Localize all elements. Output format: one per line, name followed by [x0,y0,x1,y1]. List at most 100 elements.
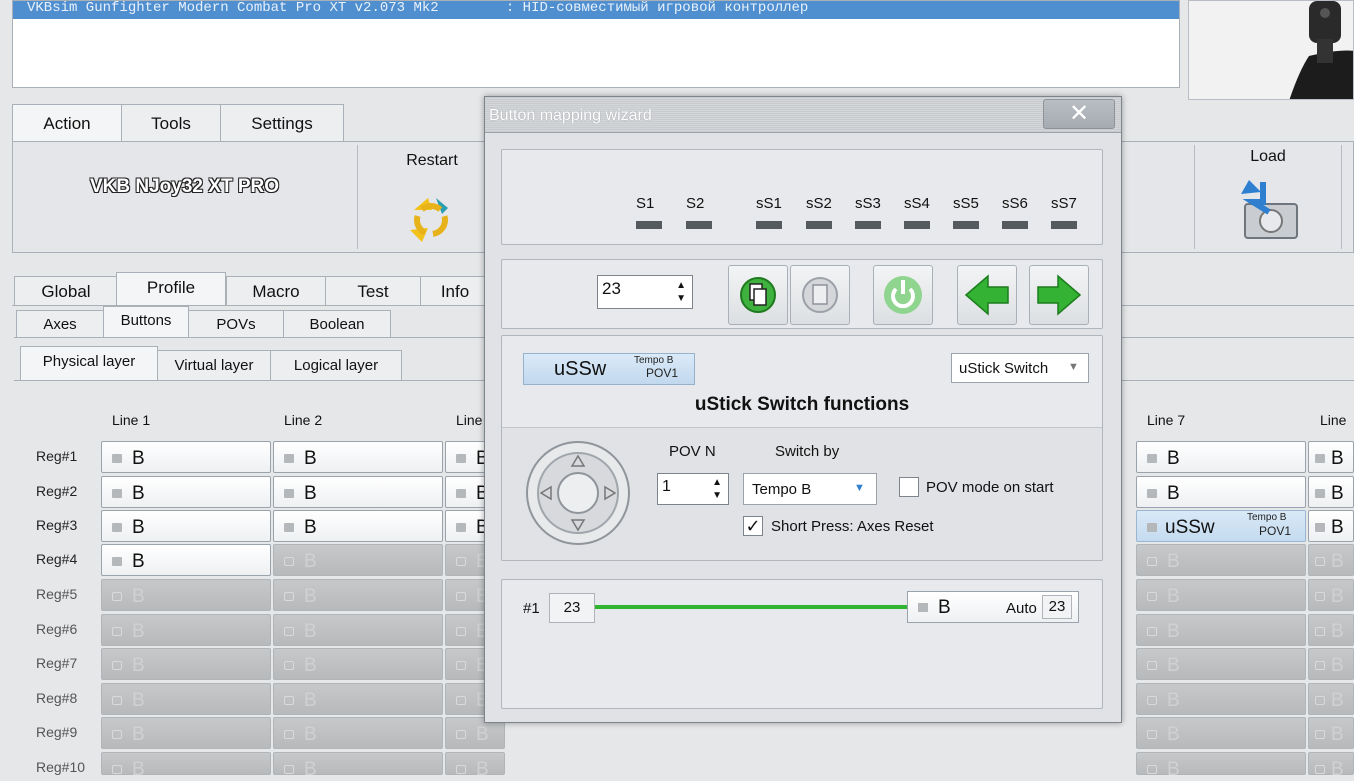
grid-cell[interactable]: B [1136,648,1306,680]
status-led [112,454,122,463]
switch-by-select[interactable]: Tempo B ▼ [743,473,877,505]
tab-profile[interactable]: Profile [116,272,226,306]
grid-cell[interactable]: B [273,717,443,749]
grid-cell[interactable]: B [101,441,271,473]
function-tag[interactable]: uSSw Tempo B POV1 [523,353,695,385]
status-led [284,557,294,566]
button-number-spinner[interactable]: 23 ▲ ▼ [597,275,693,309]
tab-settings[interactable]: Settings [220,104,344,142]
status-led [112,627,122,636]
device-list-row[interactable]: VKBsim Gunfighter Modern Combat Pro XT v… [13,1,1179,19]
tab-virtual-layer[interactable]: Virtual layer [157,350,271,380]
grid-cell[interactable]: B [1308,648,1354,680]
grid-cell[interactable]: B [273,476,443,508]
paste-button[interactable] [790,265,850,325]
short-press-label: Short Press: Axes Reset [771,518,934,535]
grid-cell[interactable]: B [1308,579,1354,611]
tab-povs[interactable]: POVs [188,310,284,338]
grid-cell[interactable]: B [1136,476,1306,508]
tab-action[interactable]: Action [12,104,122,142]
grid-cell[interactable]: B [445,752,505,780]
grid-cell[interactable]: B [1308,544,1354,576]
button-number-value: 23 [602,279,621,298]
grid-cell[interactable]: B [101,648,271,680]
close-button[interactable]: ✕ [1043,99,1115,129]
tab-tools[interactable]: Tools [121,104,221,142]
switch-label: sS4 [904,195,930,212]
load-button[interactable]: Load [1195,146,1341,250]
tab-axes[interactable]: Axes [16,310,104,338]
pov-n-spinner[interactable]: 1 ▲ ▼ [657,473,729,505]
switch-led [1002,221,1028,229]
grid-cell[interactable]: B [1136,717,1306,749]
grid-cell[interactable]: B [273,579,443,611]
grid-cell[interactable]: B [273,614,443,646]
pov-mode-checkbox[interactable] [899,477,919,497]
function-tag-label: uSSw [554,358,607,380]
restart-button[interactable]: Restart [358,146,486,250]
grid-cell[interactable]: B [101,476,271,508]
pov-n-value: 1 [662,478,671,495]
grid-cell[interactable]: B [273,510,443,542]
grid-cell[interactable]: B [101,683,271,715]
spin-down-icon[interactable]: ▼ [676,294,686,304]
grid-cell[interactable]: B [1308,752,1354,780]
grid-cell[interactable]: B [1136,544,1306,576]
function-type-value: uStick Switch [959,360,1049,377]
status-led [456,661,466,670]
status-led [284,489,294,498]
status-led [1147,454,1157,463]
grid-cell[interactable]: B [1308,510,1354,542]
previous-button[interactable] [957,265,1017,325]
chain-target-button[interactable]: B Auto 23 [907,591,1079,623]
tab-physical-layer[interactable]: Physical layer [20,346,158,380]
spin-down-icon[interactable]: ▼ [712,491,722,501]
grid-cell[interactable]: B [273,648,443,680]
grid-cell[interactable]: B [1136,579,1306,611]
short-press-checkbox[interactable]: ✓ [743,516,763,536]
grid-cell[interactable]: B [273,752,443,780]
copy-button[interactable] [728,265,788,325]
tab-buttons[interactable]: Buttons [103,306,189,338]
switch-label: sS1 [756,195,782,212]
device-list[interactable]: VKBsim Gunfighter Modern Combat Pro XT v… [12,0,1180,88]
grid-cell[interactable]: B [1136,752,1306,780]
button-mapping-wizard-dialog: Button mapping wizard ✕ 23 ▲ ▼ uSSw Temp… [484,96,1122,723]
grid-cell[interactable]: B [101,510,271,542]
status-led [112,523,122,532]
status-led [1147,489,1157,498]
status-led [1147,661,1157,670]
load-label: Load [1250,148,1286,165]
status-led [1315,627,1325,636]
dialog-title-bar[interactable]: Button mapping wizard ✕ [485,97,1121,133]
next-button[interactable] [1029,265,1089,325]
spin-up-icon[interactable]: ▲ [676,281,686,291]
tab-logical-layer[interactable]: Logical layer [270,350,402,380]
grid-cell[interactable]: B [1136,441,1306,473]
switch-led [636,221,662,229]
tab-macro[interactable]: Macro [226,276,326,306]
reset-button[interactable] [873,265,933,325]
grid-cell-ussw[interactable]: uSSw Tempo B POV1 [1136,510,1306,542]
tab-global[interactable]: Global [14,276,118,306]
tab-info[interactable]: Info [420,276,490,306]
grid-cell[interactable]: B [1308,476,1354,508]
grid-cell[interactable]: B [101,717,271,749]
grid-cell[interactable]: B [101,614,271,646]
grid-cell[interactable]: B [1308,717,1354,749]
grid-cell[interactable]: B [1308,614,1354,646]
grid-cell[interactable]: B [101,579,271,611]
grid-cell[interactable]: B [1136,683,1306,715]
grid-cell[interactable]: B [273,683,443,715]
grid-cell[interactable]: B [1308,683,1354,715]
grid-cell[interactable]: B [101,544,271,576]
grid-cell[interactable]: B [273,441,443,473]
tab-boolean[interactable]: Boolean [283,310,391,338]
grid-cell[interactable]: B [1308,441,1354,473]
grid-cell[interactable]: B [1136,614,1306,646]
grid-cell[interactable]: B [101,752,271,780]
function-type-select[interactable]: uStick Switch ▼ [951,353,1089,383]
grid-cell[interactable]: B [273,544,443,576]
spin-up-icon[interactable]: ▲ [712,478,722,488]
tab-test[interactable]: Test [325,276,421,306]
